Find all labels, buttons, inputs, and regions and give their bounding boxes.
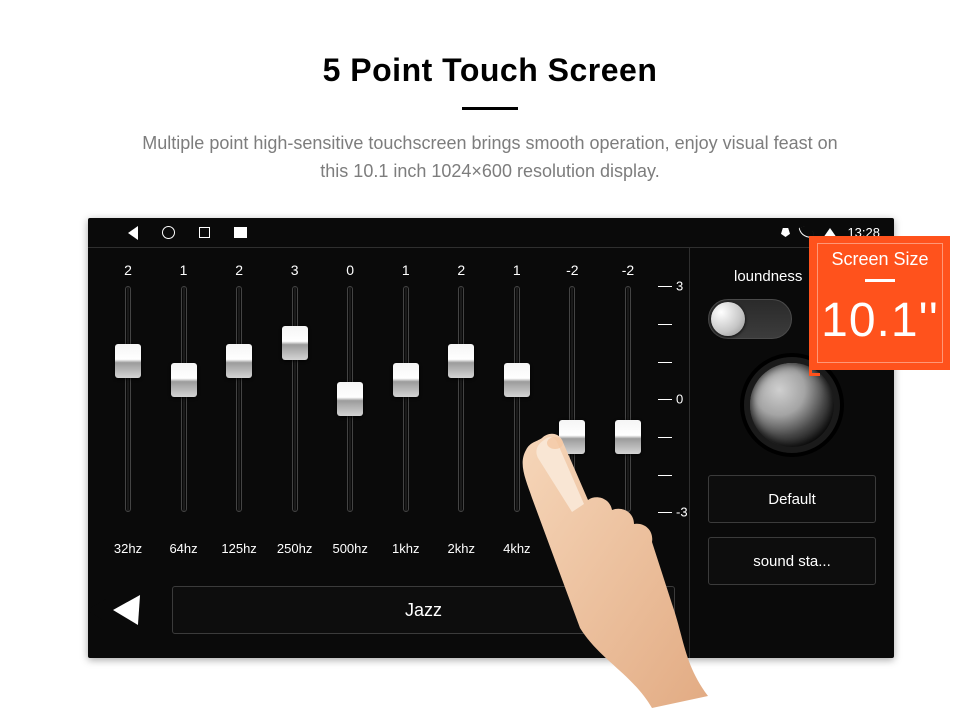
eq-band-6[interactable]: 2 2khz [435,248,487,564]
eq-band-7[interactable]: 1 4khz [491,248,543,564]
callout-label: Screen Size [813,249,947,270]
eq-band-freq: 8khz [546,541,598,556]
eq-band-value: 2 [102,262,154,278]
toggle-knob [711,302,745,336]
eq-thumb[interactable] [115,344,141,378]
eq-thumb[interactable] [504,363,530,397]
eq-band-freq: 125hz [213,541,265,556]
eq-band-value: 0 [324,262,376,278]
eq-scale: 3 0 -3 [658,286,688,512]
eq-band-freq: 2khz [435,541,487,556]
eq-band-3[interactable]: 3 250hz [269,248,321,564]
eq-band-value: 1 [158,262,210,278]
balance-dial[interactable] [744,357,840,453]
eq-band-5[interactable]: 1 1khz [380,248,432,564]
home-icon[interactable] [162,226,175,239]
eq-track [569,286,575,512]
eq-track [403,286,409,512]
hero-divider [462,107,518,110]
eq-thumb[interactable] [559,420,585,454]
preset-selector[interactable]: Jazz [172,586,675,634]
eq-thumb[interactable] [171,363,197,397]
eq-band-value: 2 [213,262,265,278]
chevron-left-icon [112,595,140,625]
screenshot-icon[interactable] [234,227,247,238]
eq-thumb[interactable] [337,382,363,416]
eq-track [625,286,631,512]
eq-band-4[interactable]: 0 500hz [324,248,376,564]
eq-track [292,286,298,512]
equalizer-panel: 2 32hz 1 64hz 2 125hz 3 250hz 0 500hz 1 1khz 2 2khz 1 4… [88,248,690,658]
preset-prev-button[interactable] [102,586,150,634]
callout-value: 10.1'' [813,293,947,348]
loudness-toggle[interactable] [708,299,792,339]
eq-band-value: 1 [380,262,432,278]
eq-band-8[interactable]: -2 8khz [546,248,598,564]
eq-band-freq: 250hz [269,541,321,556]
eq-band-value: 1 [491,262,543,278]
eq-band-freq: 64hz [158,541,210,556]
eq-band-freq: 4khz [491,541,543,556]
eq-track [458,286,464,512]
back-icon[interactable] [128,226,138,240]
eq-band-freq: 1khz [380,541,432,556]
status-bar: 13:28 [88,218,894,248]
eq-band-value: 2 [435,262,487,278]
hero-subtitle: Multiple point high-sensitive touchscree… [0,130,980,186]
hero-title: 5 Point Touch Screen [0,52,980,89]
eq-thumb[interactable] [615,420,641,454]
screen-size-callout: Screen Size 10.1'' [810,236,950,370]
eq-thumb[interactable] [393,363,419,397]
eq-track [236,286,242,512]
eq-band-1[interactable]: 1 64hz [158,248,210,564]
eq-track [514,286,520,512]
eq-band-2[interactable]: 2 125hz [213,248,265,564]
eq-band-0[interactable]: 2 32hz [102,248,154,564]
eq-band-freq: 32hz [102,541,154,556]
eq-track [125,286,131,512]
eq-track [181,286,187,512]
recent-apps-icon[interactable] [199,227,210,238]
eq-band-9[interactable]: -2 [602,248,654,564]
default-button[interactable]: Default [708,475,876,523]
eq-thumb[interactable] [226,344,252,378]
eq-bands: 2 32hz 1 64hz 2 125hz 3 250hz 0 500hz 1 1khz 2 2khz 1 4… [102,248,654,564]
device-screenshot: 13:28 232hz164hz2125hz3250hz0500hz11khz2… [88,218,894,658]
eq-band-value: -2 [602,262,654,278]
location-icon [781,228,790,237]
eq-band-value: -2 [546,262,598,278]
eq-band-freq: 500hz [324,541,376,556]
eq-thumb[interactable] [282,326,308,360]
soundstage-button[interactable]: sound sta... [708,537,876,585]
eq-thumb[interactable] [448,344,474,378]
eq-band-value: 3 [269,262,321,278]
